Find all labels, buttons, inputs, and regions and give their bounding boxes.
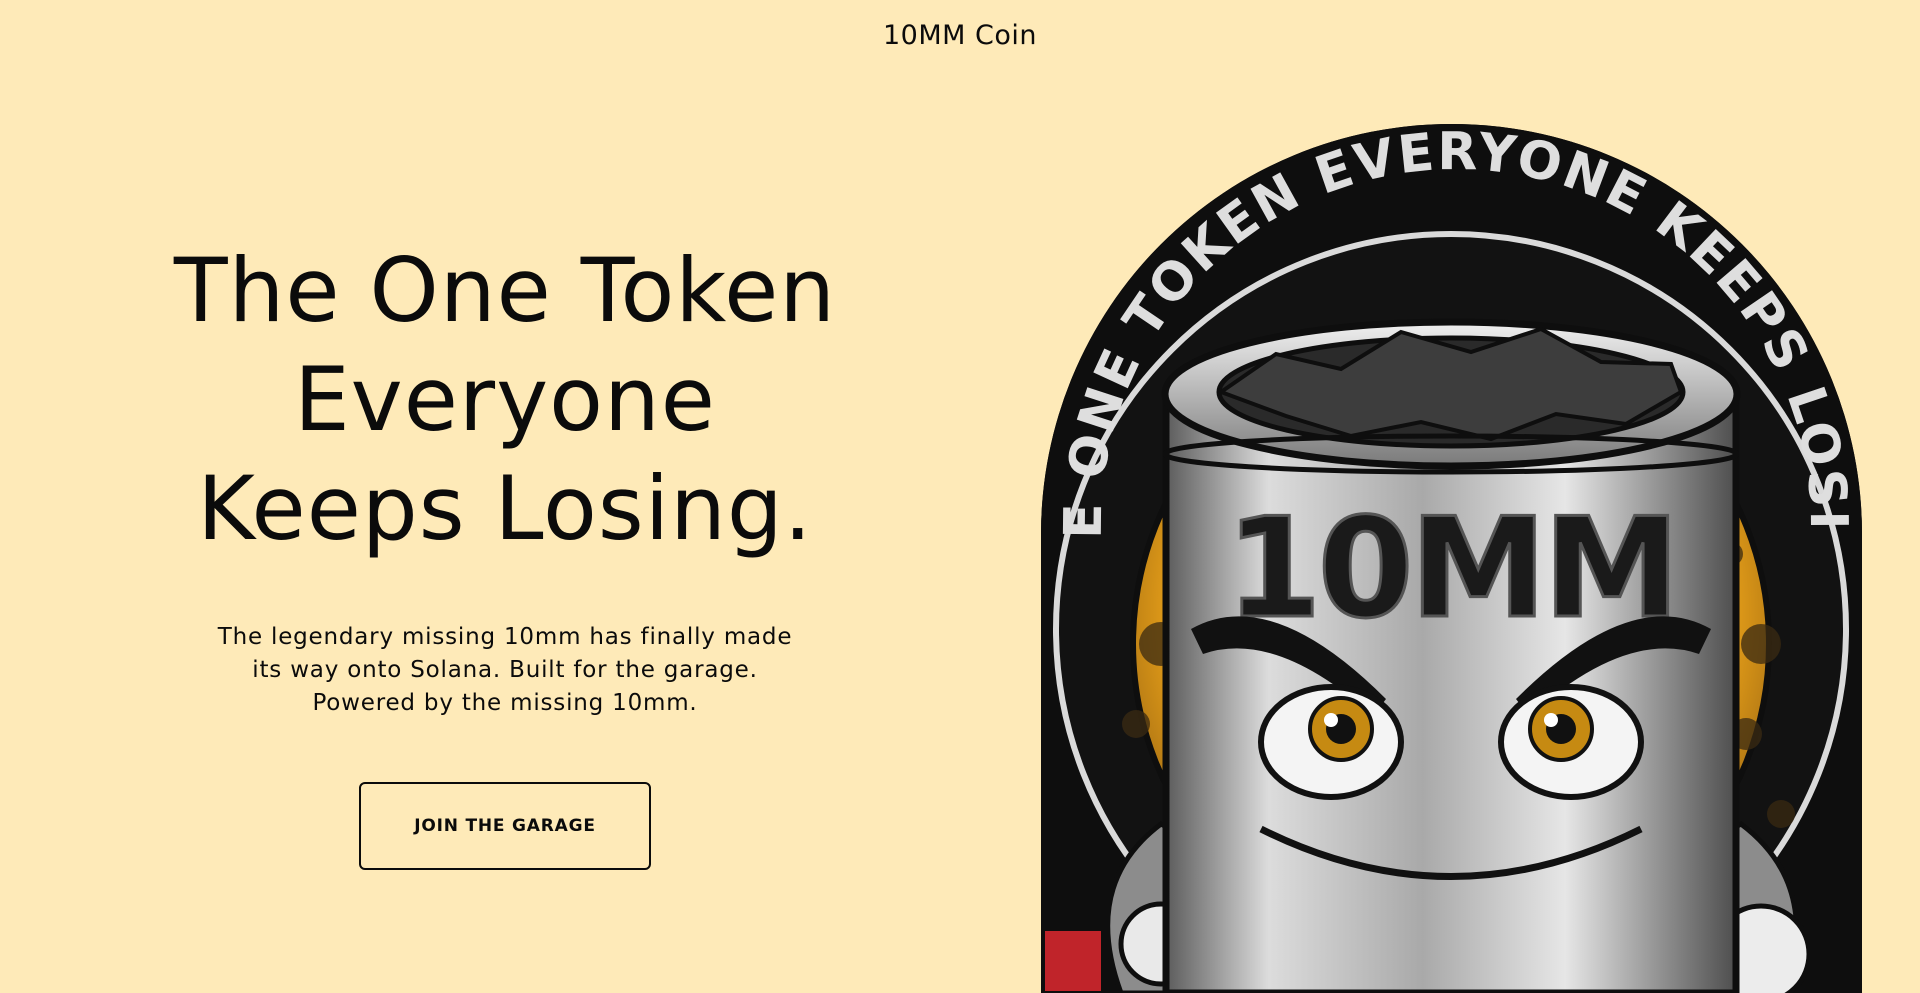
hero-headline: The One Token Everyone Keeps Losing.	[140, 236, 870, 563]
headline-line-2: Everyone	[294, 348, 716, 451]
socket-size-label: 10MM	[1226, 488, 1677, 649]
mascot-artwork: THE ONE TOKEN EVERYONE KEEPS LOSING 10MM	[1041, 124, 1862, 993]
page: 10MM Coin The One Token Everyone Keeps L…	[0, 0, 1920, 993]
headline-line-1: The One Token	[173, 239, 837, 342]
headline-line-3: Keeps Losing.	[197, 457, 813, 560]
join-the-garage-button[interactable]: JOIN THE GARAGE	[359, 782, 651, 870]
subtitle-line-3: Powered by the missing 10mm.	[312, 690, 698, 716]
subtitle-line-2: its way onto Solana. Built for the garag…	[252, 657, 758, 683]
hero-section: The One Token Everyone Keeps Losing. The…	[140, 236, 870, 870]
socket-body	[1161, 318, 1741, 993]
hero-subtitle: The legendary missing 10mm has finally m…	[205, 621, 805, 720]
subtitle-line-1: The legendary missing 10mm has finally m…	[217, 624, 793, 650]
mascot-illustration: THE ONE TOKEN EVERYONE KEEPS LOSING 10MM	[1041, 124, 1862, 993]
site-title[interactable]: 10MM Coin	[0, 20, 1920, 51]
